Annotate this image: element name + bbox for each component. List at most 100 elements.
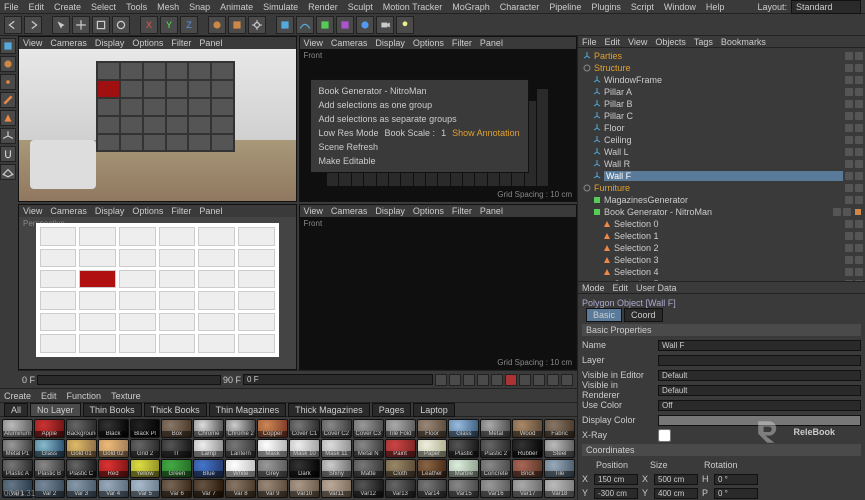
material-swatch[interactable] (544, 439, 575, 458)
material-swatch[interactable] (257, 479, 288, 498)
material-swatch[interactable] (98, 439, 129, 458)
material-swatch[interactable] (544, 479, 575, 498)
tree-row[interactable]: Wall R (580, 158, 863, 170)
material-swatch[interactable] (353, 479, 384, 498)
ctx-make-editable[interactable]: Make Editable (315, 154, 524, 168)
tree-row[interactable]: Selection 4 (580, 266, 863, 278)
play-start-icon[interactable] (435, 374, 447, 386)
material-swatch[interactable] (193, 459, 224, 478)
material-swatch[interactable] (512, 439, 543, 458)
render-icon[interactable] (208, 16, 226, 34)
material-swatch[interactable] (225, 439, 256, 458)
play-icon[interactable] (463, 374, 475, 386)
material-swatch[interactable] (225, 479, 256, 498)
timeline-current-input[interactable] (243, 374, 433, 385)
material-swatch[interactable] (448, 419, 479, 438)
material-swatch[interactable] (66, 459, 97, 478)
prop-visible-renderer-select[interactable]: Default (658, 385, 861, 396)
environment-icon[interactable] (356, 16, 374, 34)
tree-visibility-dots[interactable] (833, 208, 851, 216)
material-swatch[interactable] (512, 419, 543, 438)
obj-menu-view[interactable]: View (628, 37, 647, 47)
material-swatch[interactable] (448, 459, 479, 478)
tree-row[interactable]: Structure (580, 62, 863, 74)
material-swatch[interactable] (289, 439, 320, 458)
redo-icon[interactable] (24, 16, 42, 34)
workplane-icon[interactable] (0, 164, 16, 180)
filter-laptop[interactable]: Laptop (413, 403, 455, 417)
material-swatch[interactable] (161, 459, 192, 478)
light-icon[interactable] (396, 16, 414, 34)
material-swatch[interactable] (2, 439, 33, 458)
autokey-icon[interactable] (519, 374, 531, 386)
play-end-icon[interactable] (491, 374, 503, 386)
material-swatch[interactable] (480, 459, 511, 478)
ctx-add-one-group[interactable]: Add selections as one group (315, 98, 524, 112)
tree-visibility-dots[interactable] (845, 52, 863, 60)
tree-visibility-dots[interactable] (845, 76, 863, 84)
tree-visibility-dots[interactable] (845, 280, 863, 281)
ctx-scale-value[interactable]: 1 (441, 128, 446, 138)
material-swatch[interactable] (321, 459, 352, 478)
filter-nolayer[interactable]: No Layer (30, 403, 81, 417)
menu-script[interactable]: Script (631, 2, 654, 12)
material-swatch[interactable] (353, 419, 384, 438)
tree-row[interactable]: Floor (580, 122, 863, 134)
material-swatch[interactable] (353, 459, 384, 478)
undo-icon[interactable] (4, 16, 22, 34)
rot-p-input[interactable] (714, 488, 758, 499)
menu-window[interactable]: Window (664, 2, 696, 12)
obj-menu-objects[interactable]: Objects (655, 37, 686, 47)
deformer-icon[interactable] (336, 16, 354, 34)
menu-character[interactable]: Character (500, 2, 540, 12)
material-swatch[interactable] (66, 479, 97, 498)
material-swatch[interactable] (161, 439, 192, 458)
filter-thinbooks[interactable]: Thin Books (83, 403, 142, 417)
play-next-icon[interactable] (477, 374, 489, 386)
material-swatch[interactable] (448, 439, 479, 458)
prop-layer-input[interactable] (658, 355, 861, 366)
mat-menu-texture[interactable]: Texture (111, 391, 141, 401)
layout-select[interactable]: Standard (791, 0, 861, 14)
material-swatch[interactable] (257, 439, 288, 458)
material-swatch[interactable] (98, 419, 129, 438)
menu-render[interactable]: Render (308, 2, 338, 12)
tree-row[interactable]: Pillar C (580, 110, 863, 122)
tree-row[interactable]: Parties (580, 50, 863, 62)
prop-usecolor-select[interactable]: Off (658, 400, 861, 411)
menu-tools[interactable]: Tools (126, 2, 147, 12)
spline-icon[interactable] (296, 16, 314, 34)
material-swatch[interactable] (417, 459, 448, 478)
material-swatch[interactable] (417, 419, 448, 438)
tree-row[interactable]: MagazinesGenerator (580, 194, 863, 206)
tree-visibility-dots[interactable] (845, 232, 863, 240)
material-swatch[interactable] (193, 419, 224, 438)
material-swatch[interactable] (130, 479, 161, 498)
material-swatch[interactable] (193, 439, 224, 458)
mat-menu-edit[interactable]: Edit (41, 391, 57, 401)
tree-row[interactable]: WindowFrame (580, 74, 863, 86)
prop-xray-checkbox[interactable] (658, 429, 671, 442)
tree-visibility-dots[interactable] (845, 220, 863, 228)
viewport-top-left[interactable]: View Cameras Display Options Filter Pane… (18, 36, 297, 202)
material-swatch[interactable] (34, 439, 65, 458)
record-icon[interactable] (505, 374, 517, 386)
tree-visibility-dots[interactable] (845, 148, 863, 156)
axis-mode-icon[interactable] (0, 128, 16, 144)
menu-snap[interactable]: Snap (189, 2, 210, 12)
prop-name-input[interactable] (658, 340, 861, 351)
material-swatch[interactable] (385, 439, 416, 458)
tree-row[interactable]: Wall L (580, 146, 863, 158)
menu-sculpt[interactable]: Sculpt (348, 2, 373, 12)
edge-mode-icon[interactable] (0, 92, 16, 108)
timeline-slider[interactable] (37, 375, 221, 385)
object-tree[interactable]: PartiesStructureWindowFramePillar APilla… (578, 48, 865, 281)
filter-all[interactable]: All (4, 403, 28, 417)
model-mode-icon[interactable] (0, 38, 16, 54)
material-swatch[interactable] (544, 419, 575, 438)
material-swatch[interactable] (34, 459, 65, 478)
axis-x-icon[interactable]: X (140, 16, 158, 34)
pos-y-input[interactable] (594, 488, 638, 499)
pos-x-input[interactable] (594, 474, 638, 485)
viewport-bottom-left[interactable]: View Cameras Display Options Filter Pane… (18, 204, 297, 370)
